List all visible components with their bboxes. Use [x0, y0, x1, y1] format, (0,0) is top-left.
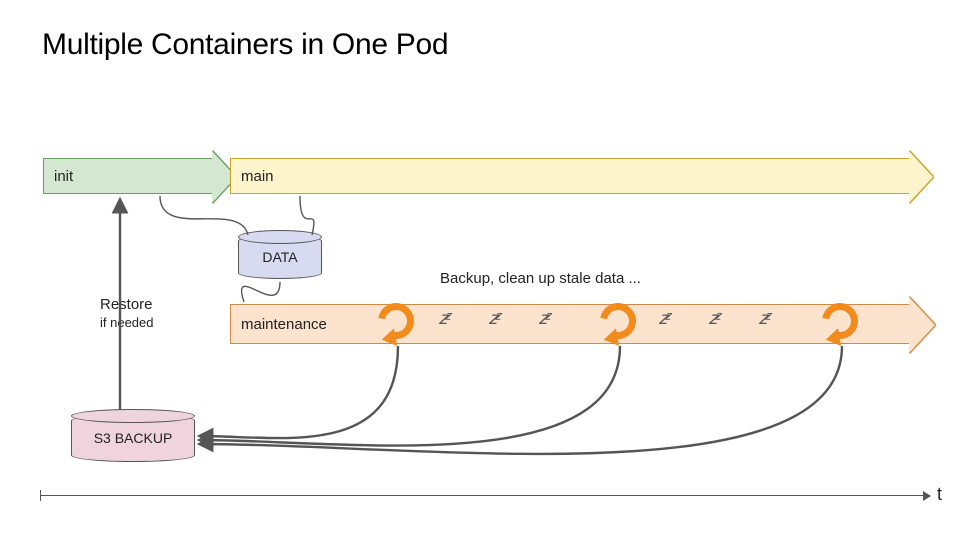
time-axis: [40, 495, 925, 496]
main-container-bar: main: [230, 158, 910, 194]
maintenance-label: maintenance: [241, 316, 327, 333]
sleep-icon: zᶻ: [709, 314, 717, 323]
time-axis-label: t: [937, 484, 942, 505]
restore-note-line2: if needed: [100, 315, 154, 330]
sleep-icon: zᶻ: [539, 314, 547, 323]
page-title: Multiple Containers in One Pod: [42, 28, 448, 62]
main-label: main: [241, 168, 274, 185]
restore-note-line1: Restore: [100, 296, 153, 313]
s3-backup-label: S3 BACKUP: [94, 430, 173, 446]
backup-note: Backup, clean up stale data ...: [440, 270, 641, 287]
init-container-bar: init: [43, 158, 213, 194]
init-label: init: [54, 168, 73, 185]
sleep-icon: zᶻ: [659, 314, 667, 323]
data-volume-cylinder: DATA: [238, 235, 322, 279]
maintenance-container-bar: maintenance: [230, 304, 910, 344]
sleep-icon: zᶻ: [489, 314, 497, 323]
sleep-icon: zᶻ: [759, 314, 767, 323]
data-volume-label: DATA: [262, 249, 297, 265]
sleep-icon: zᶻ: [439, 314, 447, 323]
s3-backup-cylinder: S3 BACKUP: [71, 414, 195, 462]
